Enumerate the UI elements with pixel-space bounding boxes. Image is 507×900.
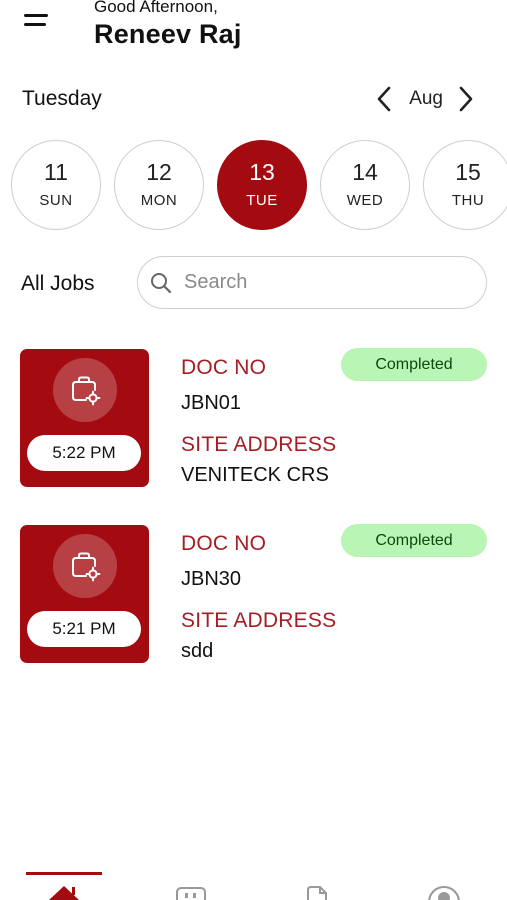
menu-icon[interactable] xyxy=(24,14,50,34)
date-weekday: TUE xyxy=(246,192,278,209)
briefcase-gear-icon xyxy=(53,358,117,422)
date-pill-14[interactable]: 14 WED xyxy=(320,140,410,230)
chevron-left-icon[interactable] xyxy=(369,84,399,114)
briefcase-gear-icon xyxy=(53,534,117,598)
search-icon xyxy=(151,272,172,293)
greeting-text: Good Afternoon, xyxy=(94,0,218,16)
date-pill-12[interactable]: 12 MON xyxy=(114,140,204,230)
date-pill-13-selected[interactable]: 13 TUE xyxy=(217,140,307,230)
site-address-label: SITE ADDRESS xyxy=(181,433,337,456)
date-number: 15 xyxy=(455,159,481,185)
doc-no-value: JBN30 xyxy=(181,568,242,590)
all-jobs-title: All Jobs xyxy=(21,272,95,295)
date-number: 14 xyxy=(352,159,378,185)
job-time: 5:21 PM xyxy=(27,611,141,647)
profile-icon[interactable] xyxy=(424,880,464,900)
date-number: 12 xyxy=(146,159,172,185)
date-strip[interactable]: 11 SUN 12 MON 13 TUE 14 WED 15 THU xyxy=(11,140,507,232)
month-label: Aug xyxy=(409,88,443,109)
doc-no-label: DOC NO xyxy=(181,356,267,379)
date-weekday: THU xyxy=(451,192,485,209)
date-pill-15[interactable]: 15 THU xyxy=(423,140,507,230)
site-address-value: sdd xyxy=(181,640,214,662)
document-icon[interactable] xyxy=(297,880,337,900)
search-input[interactable] xyxy=(184,271,454,294)
date-weekday: MON xyxy=(140,192,178,209)
job-thumbnail: 5:21 PM xyxy=(20,525,149,663)
month-navigator: Aug xyxy=(369,84,481,114)
date-number: 11 xyxy=(44,159,68,185)
job-card[interactable]: 5:21 PM DOC NO JBN30 SITE ADDRESS sdd Co… xyxy=(0,524,507,670)
date-pill-11[interactable]: 11 SUN xyxy=(11,140,101,230)
job-card[interactable]: 5:22 PM DOC NO JBN01 SITE ADDRESS VENITE… xyxy=(0,348,507,494)
selected-day-label: Tuesday xyxy=(22,87,102,110)
job-thumbnail: 5:22 PM xyxy=(20,349,149,487)
date-number: 13 xyxy=(249,159,275,185)
date-weekday: SUN xyxy=(39,192,73,209)
doc-no-value: JBN01 xyxy=(181,392,242,414)
home-icon[interactable] xyxy=(44,880,84,900)
site-address-value: VENITECK CRS xyxy=(181,464,329,486)
dashboard-icon[interactable] xyxy=(171,880,211,900)
job-time: 5:22 PM xyxy=(27,435,141,471)
user-name: Reneev Raj xyxy=(94,19,242,49)
site-address-label: SITE ADDRESS xyxy=(181,609,337,632)
bottom-navigation xyxy=(0,868,507,900)
search-box[interactable] xyxy=(137,256,487,309)
chevron-right-icon[interactable] xyxy=(451,84,481,114)
status-badge: Completed xyxy=(341,348,487,381)
date-weekday: WED xyxy=(346,192,384,209)
status-badge: Completed xyxy=(341,524,487,557)
active-tab-indicator xyxy=(26,872,102,875)
doc-no-label: DOC NO xyxy=(181,532,267,555)
